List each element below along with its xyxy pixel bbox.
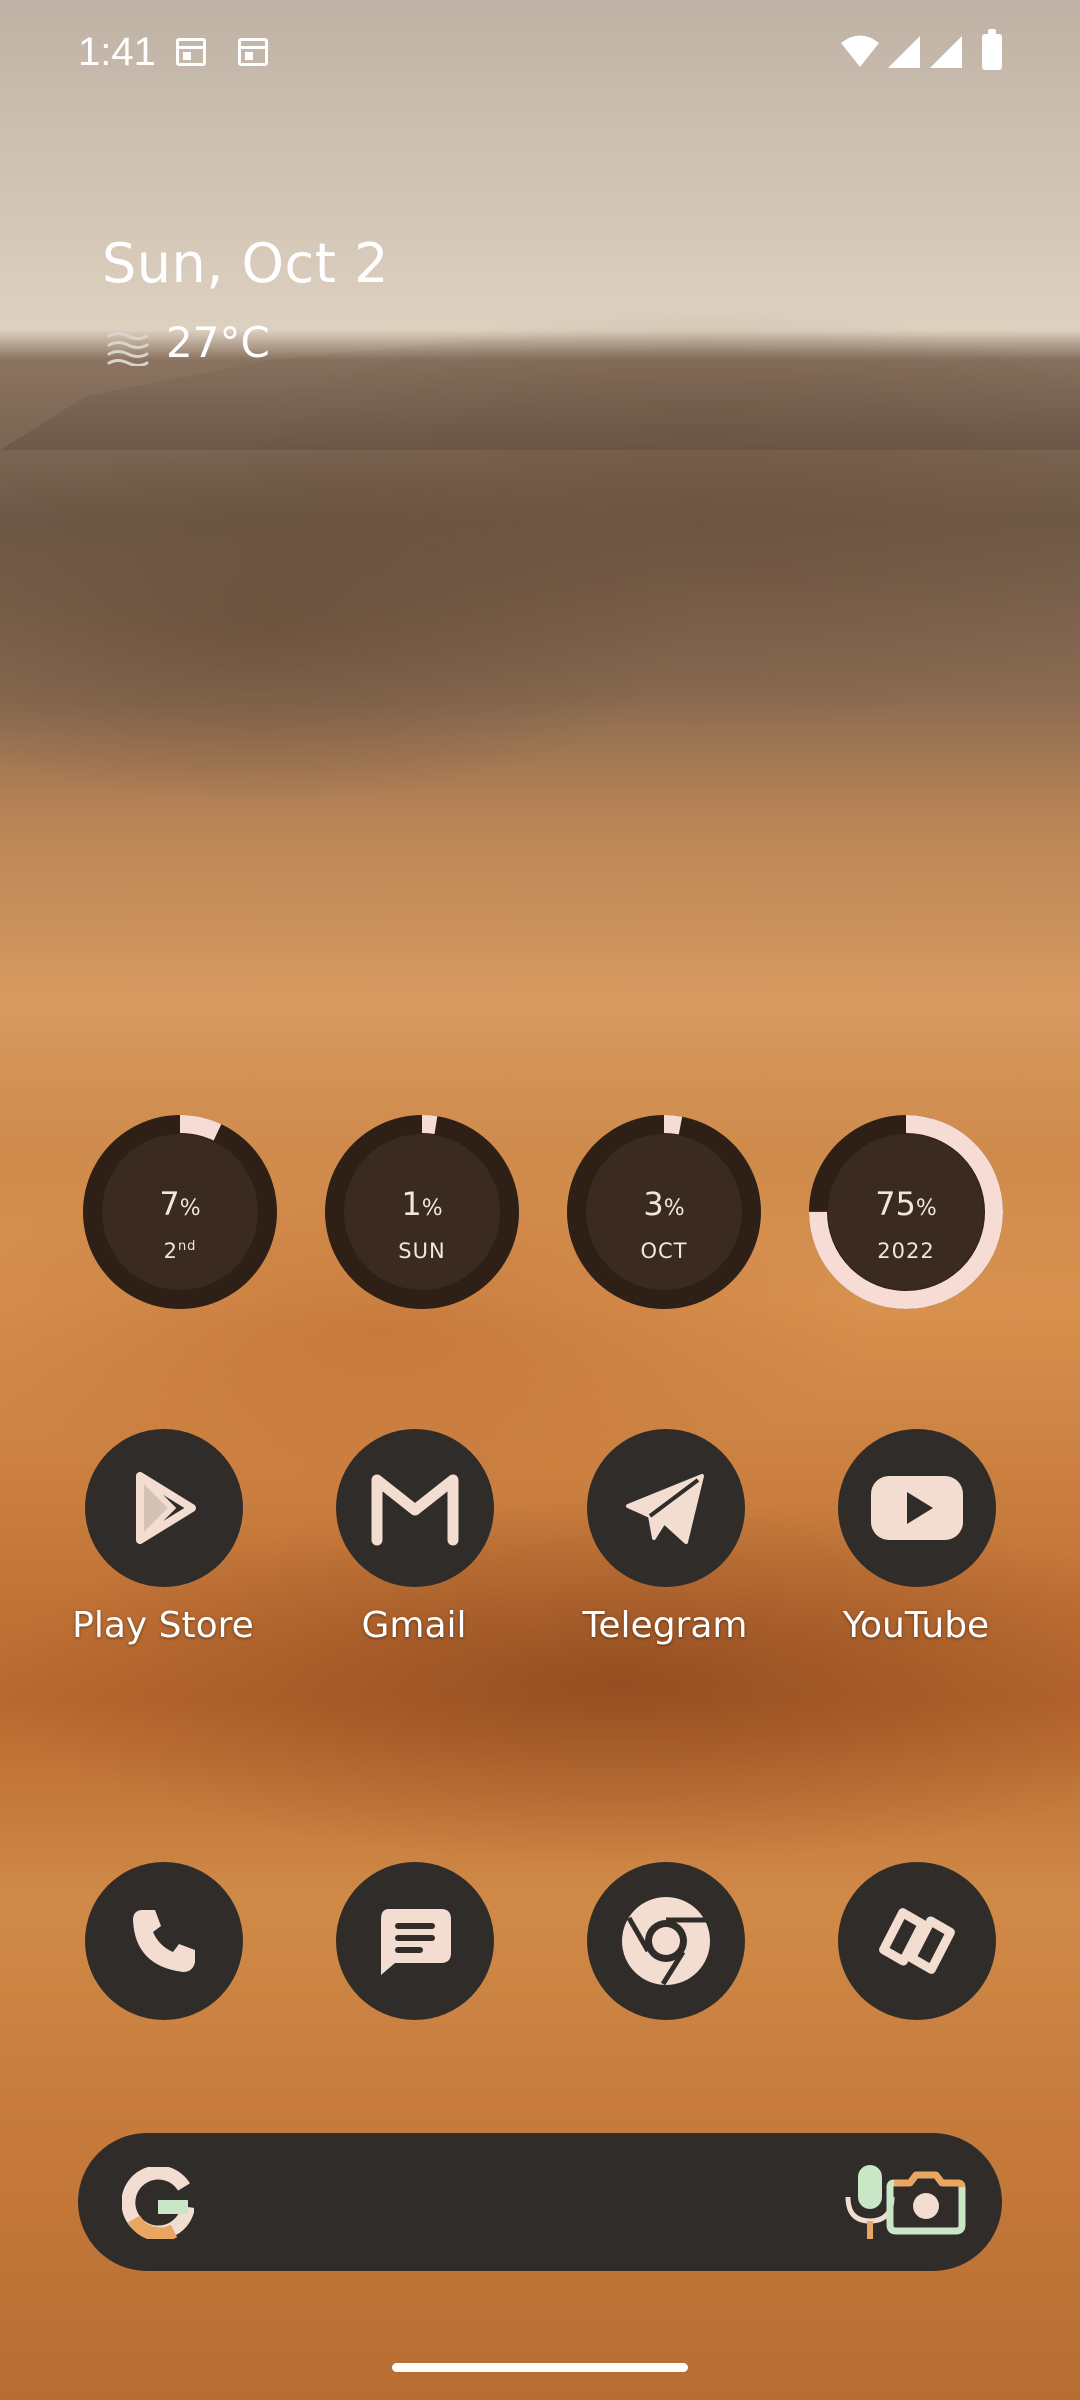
- calendar-icon: [238, 38, 268, 66]
- google-g-icon: [122, 2167, 194, 2239]
- app-icon-bg: [85, 1429, 243, 1587]
- ring-widget-year[interactable]: 75% 2022: [809, 1115, 1003, 1309]
- app-icon-bg: [838, 1862, 996, 2020]
- glance-date[interactable]: Sun, Oct 2: [102, 232, 389, 295]
- app-youtube[interactable]: YouTube: [796, 1429, 1036, 1689]
- haze-icon: [107, 332, 149, 366]
- gemini-link-icon: [879, 1908, 955, 1974]
- ring-value: 75%: [875, 1185, 937, 1223]
- ring-label: 2nd: [163, 1239, 197, 1263]
- play-store-icon: [136, 1472, 196, 1544]
- app-telegram[interactable]: Telegram: [545, 1429, 785, 1689]
- dock-chrome[interactable]: [545, 1862, 785, 2022]
- phone-icon: [133, 1910, 195, 1972]
- app-label: YouTube: [842, 1605, 990, 1646]
- signal-icon: [888, 36, 920, 68]
- ring-value: 7%: [159, 1185, 201, 1223]
- gmail-icon: [371, 1474, 459, 1546]
- wifi-icon: [841, 35, 879, 67]
- ring-widget-weekday[interactable]: 1% SUN: [325, 1115, 519, 1309]
- ring-value: 3%: [643, 1185, 685, 1223]
- dock-phone[interactable]: [43, 1862, 283, 2022]
- ring-label: OCT: [640, 1239, 688, 1263]
- app-icon-bg: [336, 1429, 494, 1587]
- chrome-icon: [622, 1897, 710, 1986]
- dock-messages[interactable]: [294, 1862, 534, 2022]
- ring-label: SUN: [398, 1239, 446, 1263]
- app-icon-bg: [85, 1862, 243, 2020]
- app-label: Telegram: [582, 1605, 748, 1646]
- messages-icon: [381, 1909, 451, 1975]
- app-gmail[interactable]: Gmail: [294, 1429, 534, 1689]
- status-bar: 1:41: [0, 0, 1080, 110]
- youtube-icon: [871, 1476, 963, 1540]
- ring-widget-month[interactable]: 3% OCT: [567, 1115, 761, 1309]
- ring-widget-day[interactable]: 7% 2nd: [83, 1115, 277, 1309]
- ring-value: 1%: [401, 1185, 443, 1223]
- calendar-icon: [176, 38, 206, 66]
- gesture-navigation-bar[interactable]: [392, 2363, 688, 2372]
- app-icon-bg: [838, 1429, 996, 1587]
- search-bar[interactable]: [78, 2133, 1002, 2271]
- telegram-icon: [626, 1474, 704, 1544]
- app-icon-bg: [336, 1862, 494, 2020]
- battery-icon: [982, 29, 1002, 70]
- weather-temperature: 27°C: [166, 318, 270, 367]
- app-label: Play Store: [72, 1605, 254, 1646]
- status-time: 1:41: [78, 30, 156, 74]
- progress-widgets: 7% 2nd 1% SUN 3% OCT 75% 2022: [0, 1115, 1080, 1315]
- app-label: Gmail: [361, 1605, 467, 1646]
- signal-icon: [930, 36, 962, 68]
- dock-gemini-link[interactable]: [796, 1862, 1036, 2022]
- app-icon-bg: [587, 1429, 745, 1587]
- ring-label: 2022: [877, 1239, 935, 1263]
- lens-icon[interactable]: [886, 2169, 966, 2235]
- app-play-store[interactable]: Play Store: [43, 1429, 283, 1689]
- app-icon-bg: [587, 1862, 745, 2020]
